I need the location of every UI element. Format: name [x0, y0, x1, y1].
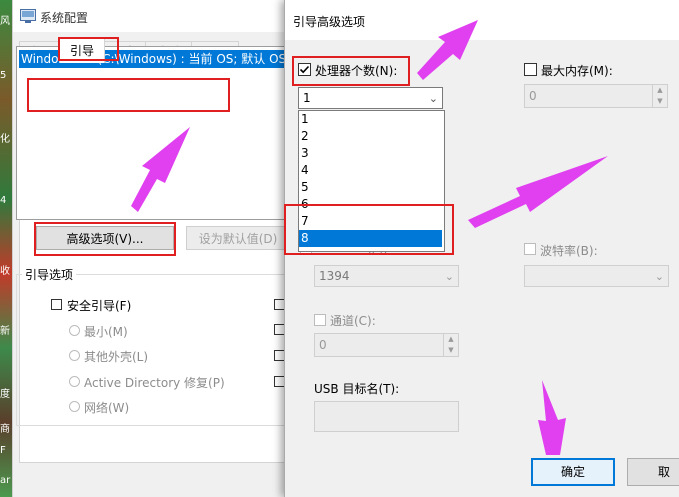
arrow-to-advanced-button: [131, 127, 190, 212]
annotation-arrows: [131, 20, 608, 455]
arrow-to-ok-button: [538, 380, 566, 455]
arrow-to-option-8: [468, 156, 608, 228]
arrow-to-processors-checkbox: [417, 20, 478, 80]
